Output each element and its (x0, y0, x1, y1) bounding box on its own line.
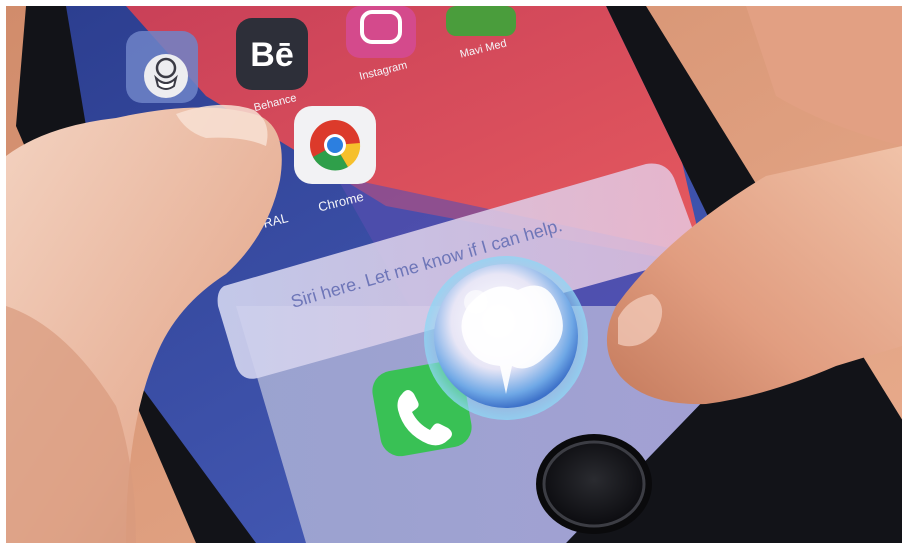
siri-orb-icon[interactable] (424, 256, 588, 420)
home-button[interactable] (536, 434, 652, 534)
chrome-icon[interactable] (294, 106, 376, 184)
behance-glyph: Bē (250, 36, 293, 74)
instagram-icon[interactable] (346, 6, 416, 58)
photo-scene: Bē Behance Instagram Mavi Med Chrome ENT… (6, 6, 902, 543)
behance-icon[interactable]: Bē (236, 18, 308, 90)
face-mask-avatar-icon[interactable] (144, 54, 188, 98)
